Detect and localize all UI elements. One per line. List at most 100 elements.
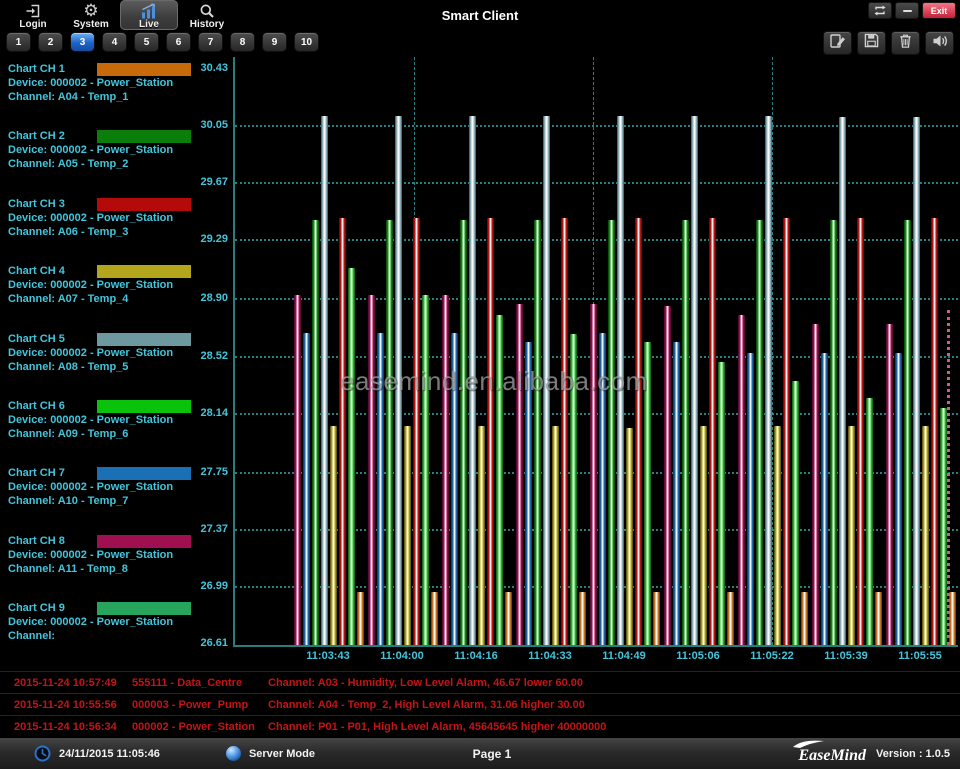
channel-name: Chart CH 7 (8, 467, 96, 481)
channel-device: Device: 000002 - Power_Station (8, 77, 192, 91)
channel-signal: Channel: A07 - Temp_4 (8, 293, 192, 307)
channel-item-5[interactable]: Chart CH 5Device: 000002 - Power_Station… (8, 332, 192, 378)
y-tick-label: 27.37 (194, 523, 228, 535)
channel-item-3[interactable]: Chart CH 3Device: 000002 - Power_Station… (8, 197, 192, 243)
chart-bar-CH2-t7 (756, 220, 763, 645)
channel-item-6[interactable]: Chart CH 6Device: 000002 - Power_Station… (8, 399, 192, 445)
delete-button[interactable] (891, 31, 920, 55)
chart-bar-CH6-t7 (792, 381, 799, 645)
tab-2[interactable]: 2 (38, 32, 63, 52)
save-icon (864, 33, 879, 53)
channel-item-4[interactable]: Chart CH 4Device: 000002 - Power_Station… (8, 264, 192, 310)
x-axis-labels: 11:03:4311:04:0011:04:1611:04:3311:04:49… (233, 650, 956, 666)
chart-bar-CH6-t8 (866, 398, 873, 645)
alarm-message: Channel: A03 - Humidity, Low Level Alarm… (268, 677, 960, 689)
chart-bar-CH3-t7 (783, 218, 790, 645)
v-gridline (772, 57, 773, 645)
status-bar: 24/11/2015 11:05:46 Server Mode Page 1 E… (0, 737, 960, 769)
channel-item-8[interactable]: Chart CH 8Device: 000002 - Power_Station… (8, 534, 192, 580)
channel-device: Device: 000002 - Power_Station (8, 144, 192, 158)
channel-item-9[interactable]: Chart CH 9Device: 000002 - Power_Station… (8, 601, 192, 647)
tab-8[interactable]: 8 (230, 32, 255, 52)
channel-color-swatch (96, 399, 192, 414)
tab-9[interactable]: 9 (262, 32, 287, 52)
y-tick-label: 26.99 (194, 580, 228, 592)
minimize-button[interactable] (895, 2, 919, 19)
h-gridline (235, 125, 958, 127)
alarm-time: 2015-11-24 10:57:49 (0, 677, 132, 689)
statusbar-datetime: 24/11/2015 11:05:46 (59, 748, 160, 760)
y-tick-label: 29.29 (194, 233, 228, 245)
chart-bar-CH3-t3 (487, 218, 494, 645)
x-tick-label: 11:05:55 (898, 650, 941, 662)
channel-signal: Channel: A06 - Temp_3 (8, 226, 192, 240)
delete-icon (898, 33, 913, 54)
chart-bar-CH1-t6 (727, 592, 734, 645)
watermark: easemind.en.alibaba.com (340, 366, 648, 397)
page-tabs: 123456789 10 (6, 32, 319, 52)
channel-device: Device: 000002 - Power_Station (8, 549, 192, 563)
chart-bar-CH6-t1 (348, 268, 355, 645)
channel-device: Device: 000002 - Power_Station (8, 279, 192, 293)
header: Login⚙SystemLiveHistory Smart Client Exi… (0, 0, 960, 56)
alarm-message: Channel: A04 - Temp_2, High Level Alarm,… (268, 699, 960, 711)
chart-bar-CH8-t3 (442, 295, 449, 645)
tab-10[interactable]: 10 (294, 32, 319, 52)
channel-sidebar: Chart CH 1Device: 000002 - Power_Station… (0, 56, 196, 670)
chart-bar-CH1-t7 (801, 592, 808, 645)
x-tick-label: 11:03:43 (306, 650, 349, 662)
chart-bar-CH2-t8 (830, 220, 837, 645)
chart-bar-CH3-t4 (561, 218, 568, 645)
chart-bar-CH3-t8 (857, 218, 864, 645)
channel-color-swatch (96, 129, 192, 144)
chart-bar-CH2-t5 (608, 220, 615, 645)
channel-item-1[interactable]: Chart CH 1Device: 000002 - Power_Station… (8, 62, 192, 108)
x-tick-label: 11:05:39 (824, 650, 867, 662)
channel-color-swatch (96, 62, 192, 77)
chart-bar-CH1-t4 (579, 592, 586, 645)
channel-signal: Channel: A10 - Temp_7 (8, 495, 192, 509)
tab-4[interactable]: 4 (102, 32, 127, 52)
chart-bar-CH5-t7 (765, 116, 772, 645)
channel-name: Chart CH 1 (8, 63, 96, 77)
chart-bar-CH8-t2 (368, 295, 375, 645)
channel-item-2[interactable]: Chart CH 2Device: 000002 - Power_Station… (8, 129, 192, 175)
chart-bar-CH4-t2 (404, 426, 411, 645)
tab-1[interactable]: 1 (6, 32, 31, 52)
channel-signal: Channel: A09 - Temp_6 (8, 428, 192, 442)
channel-name: Chart CH 6 (8, 400, 96, 414)
y-tick-label: 27.75 (194, 466, 228, 478)
channel-color-swatch (96, 534, 192, 549)
channel-signal: Channel: (8, 630, 192, 644)
restore-button[interactable] (868, 2, 892, 19)
chart-bar-CH5-t8 (839, 117, 846, 645)
channel-name: Chart CH 5 (8, 333, 96, 347)
chart-bar-CH4-t7 (774, 426, 781, 645)
chart-bar-CH2-t6 (682, 220, 689, 645)
chart-bar-CH6-t6 (718, 362, 725, 645)
chart-bar-CH8-t6 (664, 306, 671, 645)
alarm-time: 2015-11-24 10:56:34 (0, 721, 132, 733)
exit-button[interactable]: Exit (922, 2, 956, 19)
sound-button[interactable] (925, 31, 954, 55)
channel-name: Chart CH 2 (8, 130, 96, 144)
channel-signal: Channel: A08 - Temp_5 (8, 361, 192, 375)
h-gridline (235, 182, 958, 184)
chart-bar-CH6-t3 (496, 315, 503, 645)
channel-color-swatch (96, 332, 192, 347)
chart-bar-CH2-t9 (904, 220, 911, 645)
tab-5[interactable]: 5 (134, 32, 159, 52)
tab-7[interactable]: 7 (198, 32, 223, 52)
save-button[interactable] (857, 31, 886, 55)
page-indicator: Page 1 (334, 747, 650, 761)
chart-bar-CH8-t4 (516, 304, 523, 645)
tab-6[interactable]: 6 (166, 32, 191, 52)
chart-bar-CH8-t5 (590, 304, 597, 645)
channel-item-7[interactable]: Chart CH 7Device: 000002 - Power_Station… (8, 466, 192, 512)
edit-button[interactable] (823, 31, 852, 55)
server-mode-label: Server Mode (249, 748, 315, 760)
chart-bar-CH3-t5 (635, 218, 642, 645)
chart-bar-CH7-t1 (303, 333, 310, 645)
channel-name: Chart CH 4 (8, 265, 96, 279)
tab-3[interactable]: 3 (70, 32, 95, 52)
